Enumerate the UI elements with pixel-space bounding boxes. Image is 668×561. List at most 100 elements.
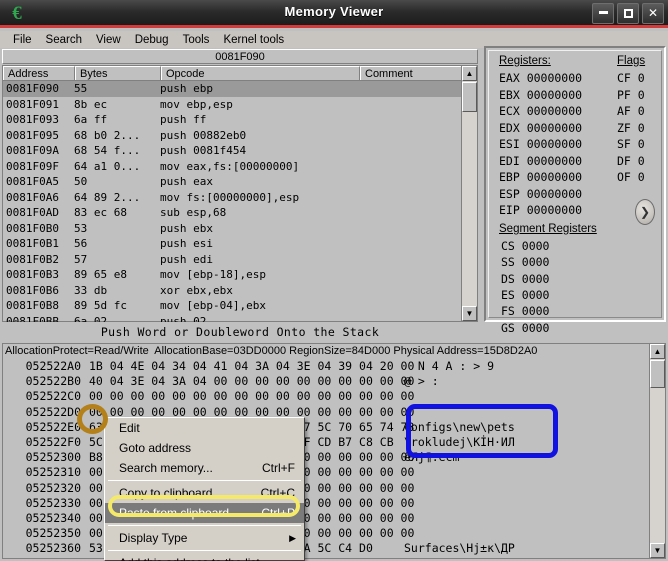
disassembly-opcode: push 02: [160, 314, 207, 323]
segment-register-gs[interactable]: GS 0000: [501, 321, 549, 335]
disassembly-address: 0081F090: [6, 82, 59, 95]
memory-row-address: 05252340: [25, 510, 81, 525]
close-button[interactable]: ✕: [642, 3, 664, 24]
memory-row[interactable]: 0525233000 00 00 00 00 00 00 00 00 00 00…: [3, 496, 648, 511]
segment-registers-header: Segment Registers: [499, 223, 597, 235]
disassembly-row[interactable]: 0081F093 6a ff push ff: [3, 112, 462, 128]
memory-row[interactable]: 052522A0 1B 04 4E 04 34 04 41 04 3A 04 3E…: [3, 359, 648, 374]
register-esp[interactable]: ESP 00000000: [499, 187, 582, 201]
register-ebx[interactable]: EBX 00000000: [499, 88, 582, 102]
column-header-address[interactable]: Address: [3, 66, 75, 80]
flag-zf[interactable]: ZF 0: [617, 121, 645, 135]
disassembler-scrollbar[interactable]: ▲ ▼: [461, 66, 477, 321]
segment-register-fs[interactable]: FS 0000: [501, 304, 549, 318]
memory-row[interactable]: 052522E063 6F 6E 66 69 67 73 5C 6E 65 77…: [3, 420, 648, 435]
disassembler-panel: Address Bytes Opcode Comment 0081F090 55 p…: [2, 65, 478, 322]
disassembly-opcode: push 00882eb0: [160, 128, 247, 142]
context-menu-item-label: Goto address: [119, 441, 192, 455]
menu-item-debug[interactable]: Debug: [128, 32, 176, 48]
disassembly-row[interactable]: 0081F090 55 push ebp: [3, 81, 462, 97]
scrollbar-thumb[interactable]: [462, 82, 477, 112]
disassembly-row[interactable]: 0081F095 68 b0 2... push 00882eb0: [3, 128, 462, 144]
register-edi[interactable]: EDI 00000000: [499, 154, 582, 168]
memory-scrollbar[interactable]: ▲ ▼: [649, 344, 665, 558]
register-eax[interactable]: EAX 00000000: [499, 71, 582, 85]
memory-row[interactable]: 0525235000 00 00 00 00 00 00 00 00 00 00…: [3, 526, 648, 541]
memory-row[interactable]: 052522B0 40 04 3E 04 3A 04 00 00 00 00 00…: [3, 374, 648, 389]
segment-register-es[interactable]: ES 0000: [501, 288, 549, 302]
menu-item-view[interactable]: View: [89, 32, 128, 48]
context-menu-item-add-this-address-to-the-list[interactable]: Add this address to the list: [105, 553, 304, 561]
menu-item-kernel-tools[interactable]: Kernel tools: [216, 32, 291, 48]
disassembly-row[interactable]: 0081F091 8b ec mov ebp,esp: [3, 97, 462, 113]
memory-row[interactable]: 0525232000 00 00 00 00 00 00 00 00 00 00…: [3, 481, 648, 496]
context-menu-item-edit[interactable]: Edit: [105, 418, 304, 438]
memory-row[interactable]: 052522C0 00 00 00 00 00 00 00 00 00 00 00…: [3, 389, 648, 404]
disassembly-row[interactable]: 0081F0AD 83 ec 68 sub esp,68: [3, 205, 462, 221]
disassembly-row[interactable]: 0081F0B0 53 push ebx: [3, 221, 462, 237]
disassembly-bytes: 64 a1 0...: [74, 159, 141, 173]
column-header-bytes[interactable]: Bytes: [75, 66, 161, 80]
context-menu-item-display-type[interactable]: Display Type ▶: [105, 528, 304, 548]
memory-scroll-down-icon[interactable]: ▼: [650, 543, 665, 558]
disassembly-opcode: push edi: [160, 252, 213, 266]
memory-viewer-window: € Memory Viewer ✕ File Search View Debug…: [0, 0, 668, 561]
register-esi[interactable]: ESI 00000000: [499, 137, 582, 151]
disassembly-row[interactable]: 0081F0BB 6a 02 push 02: [3, 314, 462, 323]
memory-row[interactable]: 05252370CF 6E 96 5C 72 6F 6B 2E 64 64 73…: [3, 556, 648, 557]
context-menu-item-search-memory[interactable]: Search memory... Ctrl+F: [105, 458, 304, 478]
disassembly-row[interactable]: 0081F0B1 56 push esi: [3, 236, 462, 252]
context-menu-item-goto-address[interactable]: Goto address: [105, 438, 304, 458]
flag-df[interactable]: DF 0: [617, 154, 645, 168]
scroll-down-icon[interactable]: ▼: [462, 306, 477, 321]
segment-register-ds[interactable]: DS 0000: [501, 272, 549, 286]
memory-row[interactable]: 0525236053 75 72 66 61 63 65 73 5C B1 EA…: [3, 541, 648, 556]
context-menu-item-shortcut: Ctrl+F: [262, 461, 295, 475]
memory-row[interactable]: 05252300B8 FF FF FF FF 00 00 00 00 00 00…: [3, 450, 648, 465]
disassembler-column-headers: Address Bytes Opcode Comment: [3, 66, 477, 81]
memory-row-address: 052522C0: [25, 389, 81, 404]
disassembly-row[interactable]: 0081F0A5 50 push eax: [3, 174, 462, 190]
memory-scroll-up-icon[interactable]: ▲: [650, 344, 665, 359]
memory-scrollbar-thumb[interactable]: [650, 360, 665, 388]
register-edx[interactable]: EDX 00000000: [499, 121, 582, 135]
column-header-opcode[interactable]: Opcode: [161, 66, 360, 80]
flag-cf[interactable]: CF 0: [617, 71, 645, 85]
disassembly-row[interactable]: 0081F0A6 64 89 2... mov fs:[00000000],esp: [3, 190, 462, 206]
memory-row[interactable]: 0525234000 00 00 00 00 00 00 00 00 00 00…: [3, 511, 648, 526]
flag-sf[interactable]: SF 0: [617, 137, 645, 151]
disassembly-opcode: mov fs:[00000000],esp: [160, 190, 300, 204]
register-ebp[interactable]: EBP 00000000: [499, 170, 582, 184]
menu-item-tools[interactable]: Tools: [176, 32, 217, 48]
memory-row[interactable]: 052522D0 00 00 00 00 00 00 00 00 00 00 00…: [3, 405, 648, 420]
minimize-button[interactable]: [592, 3, 614, 24]
disassembly-row[interactable]: 0081F0B6 33 db xor ebx,ebx: [3, 283, 462, 299]
disassembly-row[interactable]: 0081F09A 68 54 f... push 0081f454: [3, 143, 462, 159]
disassembly-row[interactable]: 0081F0B8 89 5d fc mov [ebp-04],ebx: [3, 298, 462, 314]
menu-item-search[interactable]: Search: [39, 32, 89, 48]
memory-row[interactable]: 0525231000 00 00 00 00 00 00 00 00 00 00…: [3, 465, 648, 480]
disassembly-row[interactable]: 0081F0B3 89 65 e8 mov [ebp-18],esp: [3, 267, 462, 283]
register-ecx[interactable]: ECX 00000000: [499, 104, 582, 118]
scroll-up-icon[interactable]: ▲: [462, 66, 477, 81]
disassembler-address-field[interactable]: 0081F090: [2, 49, 478, 64]
disassembly-row[interactable]: 0081F09F 64 a1 0... mov eax,fs:[00000000]: [3, 159, 462, 175]
context-menu-item-label: Display Type: [119, 531, 188, 545]
menu-item-file[interactable]: File: [6, 32, 39, 48]
flag-of[interactable]: OF 0: [617, 170, 645, 184]
context-menu-item-copy-to-clipboard[interactable]: Copy to clipboard Ctrl+C: [105, 483, 304, 503]
segment-register-cs[interactable]: CS 0000: [501, 239, 549, 253]
column-header-comment[interactable]: Comment: [360, 66, 463, 80]
segment-register-ss[interactable]: SS 0000: [501, 255, 549, 269]
context-menu-item-paste-from-clipboard[interactable]: Paste from clipboard Ctrl+P: [105, 503, 304, 523]
disassembly-bytes: 53: [74, 221, 88, 235]
disassembly-row[interactable]: 0081F0B2 57 push edi: [3, 252, 462, 268]
memory-context-menu[interactable]: Edit Goto address Search memory... Ctrl+F Co…: [104, 417, 305, 561]
chevron-right-icon[interactable]: ❯: [635, 199, 655, 225]
memory-row[interactable]: 052522F05C 72 6F 6B 6C 75 64 65 6A 5C AF…: [3, 435, 648, 450]
flag-pf[interactable]: PF 0: [617, 88, 645, 102]
memory-hex-rows[interactable]: 052522A0 1B 04 4E 04 34 04 41 04 3A 04 3E…: [3, 359, 648, 557]
register-eip[interactable]: EIP 00000000: [499, 203, 582, 217]
flag-af[interactable]: AF 0: [617, 104, 645, 118]
maximize-button[interactable]: [617, 3, 639, 24]
